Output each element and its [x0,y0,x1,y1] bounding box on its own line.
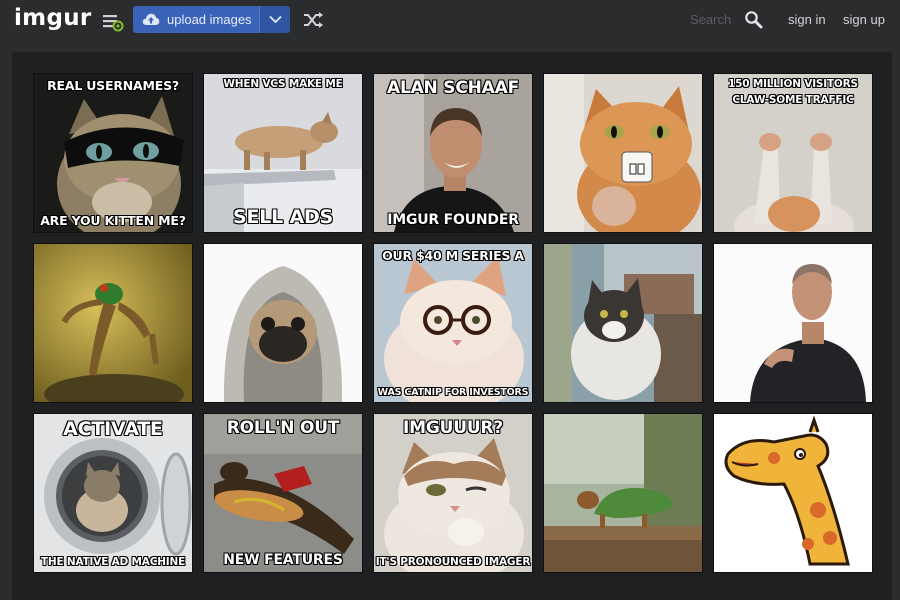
shuffle-icon[interactable] [302,11,324,29]
gallery-tile-window-cat[interactable] [543,243,703,403]
sign-in-link[interactable]: sign in [788,12,826,27]
masked-cat-image [34,74,192,232]
image-gallery: Real usernames? Are you kitten me? When … [12,52,892,600]
meme-caption-bottom: Was catnip for investors [377,387,529,398]
giraffe-sticker-image [714,414,872,572]
gallery-tile-founder-gesture[interactable] [713,243,873,403]
gallery-tile-hotdog-dog[interactable]: Roll'n out New features [203,413,363,573]
upload-label: upload images [167,12,252,27]
gallery-tile-washing-machine-cat[interactable]: Activate The native ad machine [33,413,193,573]
meme-caption-top: Activate [63,418,163,440]
founder-gesture-image [714,244,872,402]
meme-caption-bottom: Sell ads [232,206,334,228]
meme-caption-bottom: New features [223,552,343,568]
meme-caption-top-line2: claw-some traffic [732,94,854,106]
gallery-tile-thinking-cat[interactable]: Imguuur? It's pronounced imager [373,413,533,573]
cloud-upload-icon [142,13,160,25]
sign-up-link[interactable]: sign up [843,12,885,27]
gallery-tile-glasses-cat[interactable]: Our $40 M series A Was catnip for invest… [373,243,533,403]
cat-at-window-image [544,244,702,402]
gallery-tile-pig-diving[interactable]: When VCs make me Sell ads [203,73,363,233]
chevron-down-icon [269,15,282,24]
cat-with-glasses-image [374,244,532,402]
meme-caption-top: 150 million visitors [728,78,858,90]
upload-dropdown-toggle[interactable] [259,6,290,33]
search-input[interactable]: Search [690,12,731,27]
imgur-logo[interactable]: imgur [14,5,92,31]
dog-in-turtle-shell-image [544,414,702,572]
upload-button-group: upload images [133,6,290,33]
gallery-tile-cat-paws[interactable]: 150 million visitors claw-some traffic [713,73,873,233]
gallery-tile-turtle-dog[interactable] [543,413,703,573]
meme-caption-top: Roll'n out [226,418,340,438]
top-navigation-bar: imgur upload images Search sign in sign … [0,0,900,40]
meme-caption-bottom: Are you kitten me? [40,213,186,228]
gallery-tile-founder[interactable]: Alan Schaaf Imgur founder [373,73,533,233]
menu-icon[interactable] [101,12,125,32]
meme-caption-bottom: Imgur founder [387,212,519,228]
buck-tooth-cat-image [544,74,702,232]
search-icon[interactable] [744,10,763,29]
gallery-tile-pug[interactable] [203,243,363,403]
meme-caption-top: Our $40 M series A [382,248,524,263]
pug-in-hoodie-image [204,244,362,402]
meme-caption-top: When VCs make me [223,78,343,90]
meme-caption-bottom: The native ad machine [40,556,186,568]
dancing-frog-image [34,244,192,402]
gallery-tile-giraffe[interactable] [713,413,873,573]
meme-caption-top: Real usernames? [47,78,179,93]
gallery-tile-masked-cat[interactable]: Real usernames? Are you kitten me? [33,73,193,233]
gallery-tile-buck-tooth-cat[interactable] [543,73,703,233]
meme-caption-top: Alan Schaaf [387,78,519,98]
upload-images-button[interactable]: upload images [133,6,258,33]
meme-caption-bottom: It's pronounced imager [375,556,531,568]
gallery-tile-frog[interactable] [33,243,193,403]
meme-caption-top: Imguuur? [403,418,503,438]
